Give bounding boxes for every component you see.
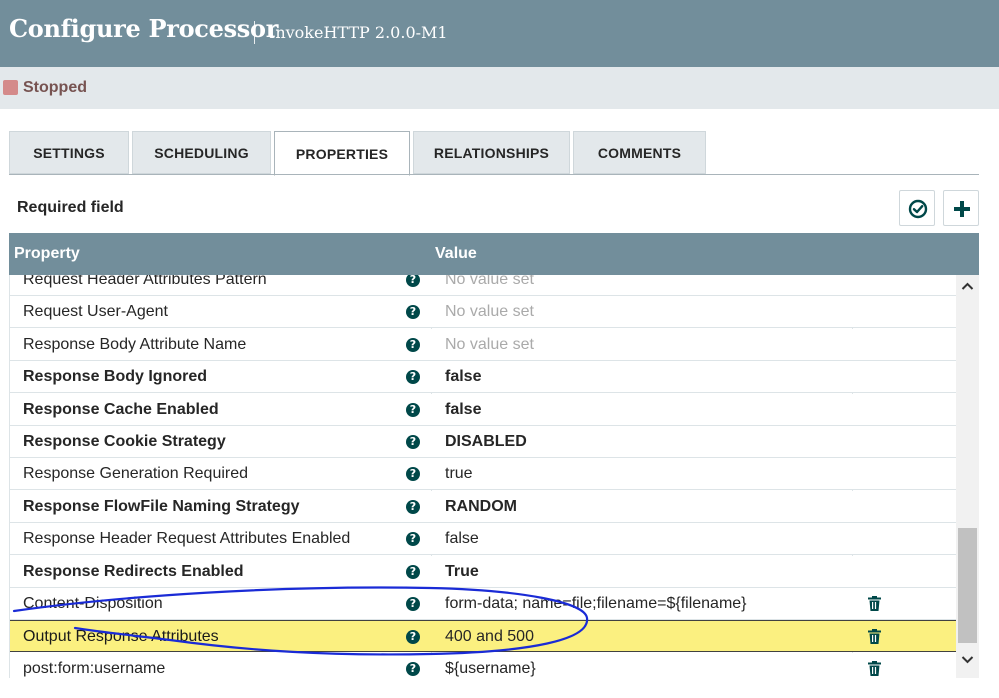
tab-settings[interactable]: SETTINGS — [9, 131, 129, 174]
plus-icon — [954, 201, 970, 217]
property-name: Response FlowFile Naming Strategy — [23, 497, 300, 515]
property-value[interactable]: No value set — [445, 336, 534, 354]
table-row[interactable]: Response Cookie Strategy? DISABLED — [10, 426, 957, 458]
property-name: Output Response Attributes — [23, 628, 219, 646]
table-row[interactable]: Response Header Request Attributes Enabl… — [10, 523, 957, 556]
help-icon[interactable]: ? — [406, 337, 420, 352]
property-value[interactable]: 400 and 500 — [445, 628, 534, 646]
property-name: post:form:username — [23, 659, 166, 677]
add-property-button[interactable] — [943, 190, 979, 226]
property-value[interactable]: DISABLED — [445, 433, 527, 451]
value-column-header: Value — [435, 245, 477, 262]
property-name: Request User-Agent — [23, 303, 168, 321]
trash-icon[interactable] — [868, 660, 881, 676]
property-name: Response Redirects Enabled — [23, 562, 244, 580]
properties-table: Request Header Attributes Pattern? No val… — [9, 275, 957, 678]
table-row[interactable]: Response Body Ignored? false — [10, 361, 957, 394]
property-value[interactable]: false — [445, 401, 481, 419]
property-value[interactable]: true — [445, 465, 473, 483]
property-name: Content-Disposition — [23, 595, 163, 612]
property-value[interactable]: false — [445, 530, 479, 548]
tab-properties[interactable]: PROPERTIES — [274, 131, 410, 176]
table-row[interactable]: Response Cache Enabled? false — [10, 393, 957, 426]
table-row[interactable]: post:form:username? ${username} — [10, 652, 957, 678]
property-column-header: Property — [14, 245, 80, 262]
trash-icon[interactable] — [868, 629, 881, 645]
property-value[interactable]: No value set — [445, 303, 534, 321]
property-name: Response Body Attribute Name — [23, 335, 247, 353]
help-icon[interactable]: ? — [406, 661, 420, 676]
help-icon[interactable]: ? — [406, 597, 420, 611]
property-name: Response Generation Required — [23, 465, 249, 483]
property-value[interactable]: RANDOM — [445, 498, 517, 516]
stopped-icon — [3, 80, 18, 95]
chevron-up-icon[interactable] — [961, 281, 974, 291]
help-icon[interactable]: ? — [406, 370, 420, 385]
tab-relationships[interactable]: RELATIONSHIPS — [413, 131, 570, 174]
table-row[interactable]: Response Body Attribute Name? No value se… — [10, 328, 957, 361]
table-row[interactable]: Response Redirects Enabled? True — [10, 555, 957, 588]
processor-type: InvokeHTTP 2.0.0-M1 — [269, 23, 448, 42]
scrollbar-thumb[interactable] — [958, 528, 977, 643]
help-icon[interactable]: ? — [406, 532, 420, 547]
table-row[interactable]: Response FlowFile Naming Strategy? RANDOM — [10, 490, 957, 523]
tab-comments[interactable]: COMMENTS — [573, 131, 706, 174]
property-value[interactable]: form-data; name=file;filename=${filename… — [445, 595, 747, 613]
property-name: Response Cookie Strategy — [23, 433, 226, 450]
table-header: Property Value — [9, 233, 979, 275]
help-icon[interactable]: ? — [406, 402, 420, 417]
help-icon[interactable]: ? — [406, 305, 420, 320]
tab-scheduling[interactable]: SCHEDULING — [132, 131, 271, 174]
status-bar: Stopped — [0, 67, 999, 109]
trash-icon[interactable] — [868, 596, 881, 611]
property-name: Response Cache Enabled — [23, 400, 219, 418]
table-row[interactable]: Request User-Agent? No value set — [10, 296, 957, 329]
verify-button[interactable] — [899, 190, 935, 226]
help-icon[interactable]: ? — [406, 435, 420, 449]
property-value[interactable]: True — [445, 563, 479, 581]
table-scrollbar[interactable] — [956, 275, 979, 678]
property-name: Response Body Ignored — [23, 368, 208, 386]
help-icon[interactable]: ? — [406, 275, 420, 287]
required-field-legend: Required field — [17, 199, 124, 216]
help-icon[interactable]: ? — [406, 499, 420, 514]
chevron-down-icon[interactable] — [961, 655, 974, 665]
property-value[interactable]: false — [445, 368, 481, 386]
property-name: Response Header Request Attributes Enabl… — [23, 530, 351, 548]
title-separator — [254, 21, 255, 44]
check-circle-icon — [908, 199, 928, 219]
table-row[interactable]: Request Header Attributes Pattern? No val… — [10, 275, 957, 296]
help-icon[interactable]: ? — [406, 564, 420, 579]
dialog-title: Configure Processor — [9, 14, 279, 43]
property-value[interactable]: ${username} — [445, 660, 536, 678]
dialog-header: Configure Processor InvokeHTTP 2.0.0-M1 — [0, 0, 999, 67]
table-row[interactable]: Output Response Attributes? 400 and 500 — [10, 620, 957, 653]
property-value[interactable]: No value set — [445, 275, 534, 289]
help-icon[interactable]: ? — [406, 467, 420, 482]
status-label: Stopped — [23, 79, 87, 96]
table-row[interactable]: Content-Disposition? form-data; name=file… — [10, 588, 957, 620]
tabs-divider — [9, 174, 979, 175]
help-icon[interactable]: ? — [406, 630, 420, 645]
table-row[interactable]: Response Generation Required? true — [10, 458, 957, 491]
property-name: Request Header Attributes Pattern — [23, 275, 267, 288]
